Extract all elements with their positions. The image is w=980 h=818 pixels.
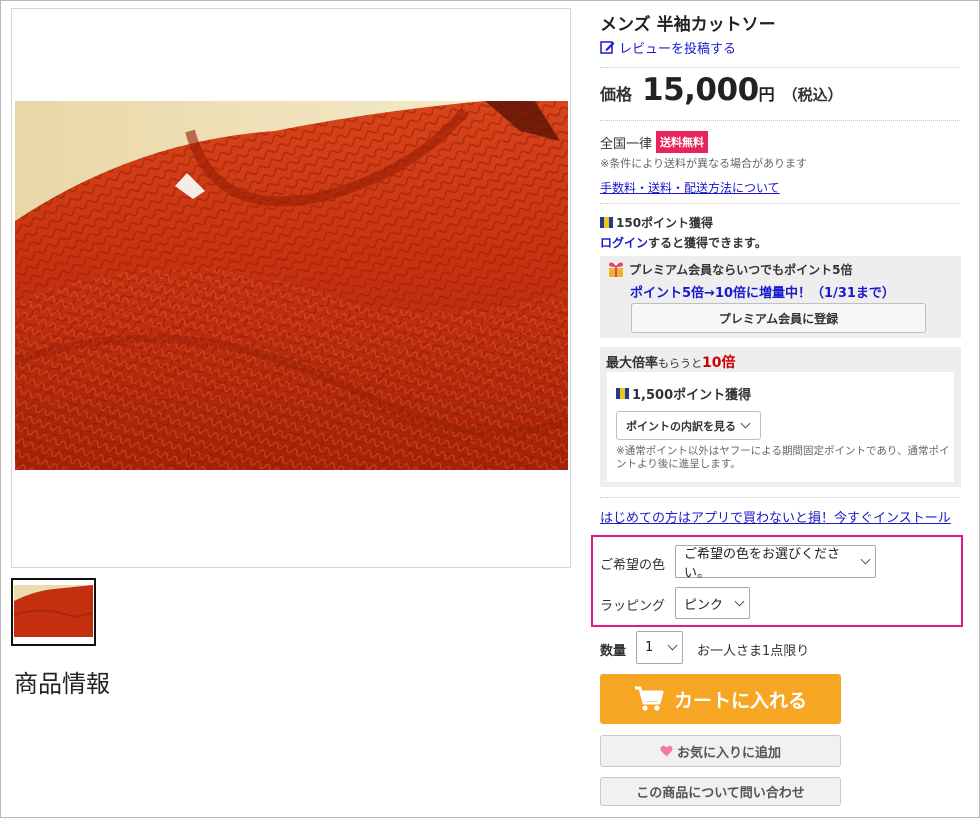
login-row: ログインすると獲得できます。	[600, 234, 767, 251]
add-to-favorites-label: お気に入りに追加	[676, 745, 781, 761]
add-to-cart-label: カートに入れる	[673, 689, 807, 712]
max-points-label: 1,500ポイント獲得	[632, 388, 752, 403]
max-rate-middle: もらうと	[658, 357, 703, 370]
chevron-down-icon	[740, 418, 751, 429]
divider	[600, 203, 960, 204]
sweater-photo	[15, 101, 568, 470]
max-points: 1,500ポイント獲得	[616, 384, 751, 403]
price-tax-note: （税込）	[782, 86, 843, 104]
points-breakdown-button[interactable]: ポイントの内訳を見る	[616, 411, 761, 440]
shipping-row: 全国一律 送料無料	[600, 131, 709, 153]
divider	[600, 120, 960, 121]
add-to-favorites-button[interactable]: お気に入りに追加	[600, 735, 841, 767]
divider	[600, 497, 960, 498]
pencil-edit-icon	[600, 41, 615, 54]
quantity-limit-note: お一人さま1点限り	[697, 644, 810, 659]
max-rate-title: 最大倍率もらうと10倍	[606, 352, 736, 372]
chevron-down-icon	[860, 554, 871, 565]
max-rate-prefix: 最大倍率	[606, 356, 659, 371]
app-install-link[interactable]: はじめての方はアプリで買わないと損！今すぐインストール	[600, 507, 951, 526]
chevron-down-icon	[734, 596, 745, 606]
color-option-label: ご希望の色	[600, 558, 666, 573]
tpoint-icon	[600, 217, 613, 228]
add-to-cart-button[interactable]: カートに入れる	[600, 674, 841, 724]
shipping-info-link[interactable]: 手数料・送料・配送方法について	[600, 179, 780, 196]
premium-campaign: ポイント5倍→10倍に増量中！（1/31まで）	[630, 286, 895, 301]
heart-icon	[660, 745, 673, 757]
product-inquiry-button[interactable]: この商品について問い合わせ	[600, 777, 841, 806]
max-rate-multiplier: 10倍	[702, 355, 736, 371]
shipping-prefix: 全国一律	[600, 136, 653, 152]
color-select-value: ご希望の色をお選びください。	[684, 546, 841, 581]
quantity-value: 1	[645, 640, 654, 655]
price-row: 価格 15,000 円 （税込）	[600, 72, 843, 108]
color-select[interactable]: ご希望の色をお選びください。	[675, 545, 876, 581]
points-earned-label: 150ポイント獲得	[616, 216, 714, 230]
product-title: メンズ 半袖カットソー	[600, 15, 776, 35]
tpoint-icon	[616, 388, 629, 399]
wrapping-select[interactable]: ピンク	[675, 587, 750, 619]
quantity-label: 数量	[600, 644, 627, 659]
premium-title: プレミアム会員ならいつでもポイント5倍	[607, 261, 853, 278]
login-suffix: すると獲得できます。	[648, 236, 767, 250]
free-shipping-badge: 送料無料	[656, 131, 709, 153]
shipping-note: ※条件により送料が異なる場合があります	[600, 157, 807, 170]
gift-icon	[608, 261, 624, 277]
product-thumbnail[interactable]	[11, 578, 96, 646]
wrapping-option-label: ラッピング	[600, 599, 666, 614]
main-product-image[interactable]	[11, 8, 571, 568]
premium-register-button[interactable]: プレミアム会員に登録	[631, 303, 926, 333]
review-link[interactable]: レビューを投稿する	[600, 38, 736, 57]
divider	[600, 67, 960, 68]
section-heading-product-info: 商品情報	[14, 670, 110, 698]
points-earned: 150ポイント獲得	[600, 214, 713, 231]
shopping-cart-icon	[634, 686, 664, 711]
quantity-select[interactable]: 1	[636, 631, 683, 664]
premium-title-label: プレミアム会員ならいつでもポイント5倍	[629, 263, 853, 277]
sweater-thumbnail-photo	[14, 585, 93, 637]
wrapping-select-value: ピンク	[684, 597, 724, 613]
login-link[interactable]: ログイン	[600, 236, 648, 250]
price-value: 15,000	[642, 72, 759, 108]
chevron-down-icon	[667, 640, 678, 651]
price-unit: 円	[758, 85, 775, 104]
review-link-label: レビューを投稿する	[619, 42, 737, 57]
points-breakdown-label: ポイントの内訳を見る	[626, 419, 736, 433]
points-note: ※通常ポイント以外はヤフーによる期間固定ポイントであり、通常ポイントより後に進呈…	[616, 445, 950, 470]
price-label: 価格	[600, 85, 633, 104]
